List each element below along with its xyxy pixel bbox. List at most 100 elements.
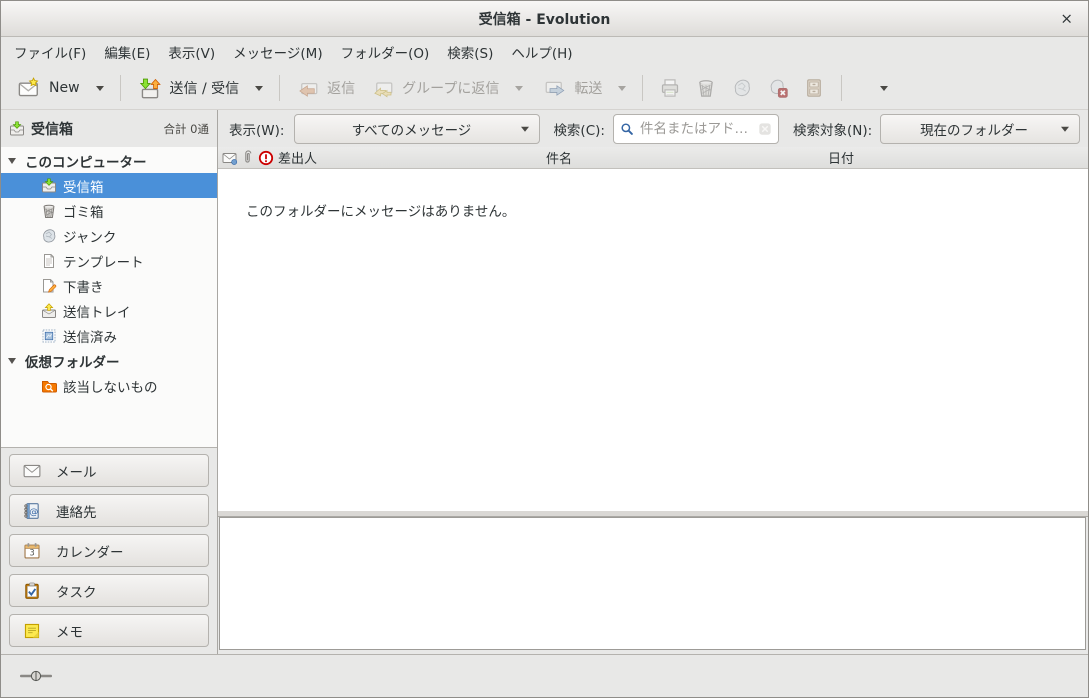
message-status-icon[interactable]	[222, 150, 238, 166]
column-subject[interactable]: 件名	[546, 148, 572, 167]
clear-search-icon[interactable]	[758, 122, 772, 136]
new-button-label: New	[49, 80, 80, 96]
search-label: 検索(C):	[553, 119, 605, 139]
folder-group-search-folders[interactable]: 仮想フォルダー	[1, 348, 217, 373]
forward-icon	[545, 78, 565, 98]
search-icon	[620, 122, 634, 136]
sidebar-item-unmatched[interactable]: 該当しないもの	[1, 373, 217, 398]
switcher-label: メール	[56, 461, 97, 481]
chevron-down-icon	[515, 86, 523, 91]
folder-group-label: 仮想フォルダー	[25, 351, 120, 371]
delete-icon	[696, 78, 716, 98]
sidebar-item-templates[interactable]: テンプレート	[1, 248, 217, 273]
filter-bar: 受信箱 合計 0通 表示(W): すべてのメッセージ 検索(C): 検索対象(N…	[1, 110, 1088, 149]
expander-icon[interactable]	[8, 158, 16, 164]
current-folder-info: 受信箱 合計 0通	[1, 110, 218, 148]
send-receive-dropdown-button[interactable]	[248, 72, 270, 104]
window-title: 受信箱 - Evolution	[479, 9, 611, 29]
current-folder-name: 受信箱	[31, 119, 73, 139]
chevron-down-icon	[96, 86, 104, 91]
folder-label: テンプレート	[63, 251, 144, 271]
switcher-tasks-button[interactable]: タスク	[9, 574, 209, 607]
send-receive-button[interactable]: 送信 / 受信	[130, 72, 249, 104]
search-entry[interactable]	[613, 114, 779, 144]
archive-icon	[804, 78, 824, 98]
status-bar	[1, 654, 1088, 697]
folder-label: ジャンク	[63, 226, 116, 246]
sent-icon	[41, 328, 57, 344]
folder-label: 送信済み	[63, 326, 117, 346]
inbox-icon	[41, 178, 57, 194]
toolbar-separator	[642, 75, 643, 101]
folder-label: 該当しないもの	[63, 376, 158, 396]
sidebar-item-sent[interactable]: 送信済み	[1, 323, 217, 348]
svg-text:3: 3	[29, 547, 34, 557]
menu-help[interactable]: ヘルプ(H)	[502, 37, 581, 67]
mail-icon	[23, 462, 41, 480]
menu-file[interactable]: ファイル(F)	[5, 37, 95, 67]
outbox-icon	[41, 303, 57, 319]
folder-label: 送信トレイ	[63, 301, 131, 321]
print-icon	[660, 78, 680, 98]
menu-edit[interactable]: 編集(E)	[95, 37, 159, 67]
show-filter-label: 表示(W):	[229, 119, 284, 139]
menu-folder[interactable]: フォルダー(O)	[332, 37, 439, 67]
switcher-contacts-button[interactable]: @ 連絡先	[9, 494, 209, 527]
archive-button	[796, 72, 832, 104]
reply-group-icon	[373, 78, 393, 98]
forward-dropdown-button	[611, 72, 633, 104]
switcher-calendar-button[interactable]: 3 カレンダー	[9, 534, 209, 567]
chevron-down-icon	[521, 127, 529, 132]
search-scope-value: 現在のフォルダー	[920, 119, 1028, 139]
toolbar-separator	[279, 75, 280, 101]
search-scope-dropdown[interactable]: 現在のフォルダー	[880, 114, 1080, 144]
sidebar-item-outbox[interactable]: 送信トレイ	[1, 298, 217, 323]
sidebar-item-trash[interactable]: ゴミ箱	[1, 198, 217, 223]
sidebar-item-inbox[interactable]: 受信箱	[1, 173, 217, 198]
toolbar-separator	[120, 75, 121, 101]
menu-bar: ファイル(F) 編集(E) 表示(V) メッセージ(M) フォルダー(O) 検索…	[1, 37, 1088, 67]
forward-button: 転送	[536, 72, 611, 104]
switcher-label: カレンダー	[56, 541, 124, 561]
svg-text:@: @	[29, 507, 38, 517]
reply-button: 返信	[289, 72, 364, 104]
reply-icon	[298, 78, 318, 98]
important-flag-icon[interactable]	[258, 150, 274, 166]
column-date[interactable]: 日付	[828, 148, 854, 167]
switcher-memos-button[interactable]: メモ	[9, 614, 209, 647]
main-area: このコンピューター 受信箱 ゴミ箱 ジャンク テンプレート	[1, 147, 1088, 654]
folder-tree: このコンピューター 受信箱 ゴミ箱 ジャンク テンプレート	[1, 147, 217, 447]
new-dropdown-button[interactable]	[89, 72, 111, 104]
switcher-label: 連絡先	[56, 501, 97, 521]
template-icon	[41, 253, 57, 269]
preview-pane	[219, 517, 1086, 650]
online-status-icon[interactable]	[19, 668, 53, 684]
send-receive-icon	[139, 77, 161, 99]
evolution-window: 受信箱 - Evolution × ファイル(F) 編集(E) 表示(V) メッ…	[0, 0, 1089, 698]
menu-search[interactable]: 検索(S)	[438, 37, 502, 67]
not-junk-icon	[768, 78, 788, 98]
toolbar-separator	[841, 75, 842, 101]
close-icon[interactable]: ×	[1060, 11, 1073, 26]
sidebar-item-junk[interactable]: ジャンク	[1, 223, 217, 248]
show-filter-dropdown[interactable]: すべてのメッセージ	[294, 114, 540, 144]
inbox-icon	[9, 121, 25, 137]
attachment-icon[interactable]	[240, 150, 256, 166]
column-from[interactable]: 差出人	[278, 148, 317, 167]
forward-label: 転送	[574, 78, 602, 98]
expander-icon[interactable]	[8, 358, 16, 364]
reply-label: 返信	[327, 78, 355, 98]
menu-view[interactable]: 表示(V)	[159, 37, 224, 67]
switcher-label: メモ	[56, 621, 83, 641]
folder-group-this-computer[interactable]: このコンピューター	[1, 148, 217, 173]
folder-label: 受信箱	[63, 176, 104, 196]
message-list: このフォルダーにメッセージはありません。	[218, 169, 1088, 511]
search-input[interactable]	[638, 120, 754, 138]
new-button[interactable]: New	[9, 72, 89, 104]
show-filter-value: すべてのメッセージ	[352, 119, 472, 139]
sidebar-item-drafts[interactable]: 下書き	[1, 273, 217, 298]
switcher-mail-button[interactable]: メール	[9, 454, 209, 487]
memo-icon	[23, 622, 41, 640]
menu-message[interactable]: メッセージ(M)	[224, 37, 331, 67]
toolbar-overflow-button[interactable]	[873, 72, 895, 104]
